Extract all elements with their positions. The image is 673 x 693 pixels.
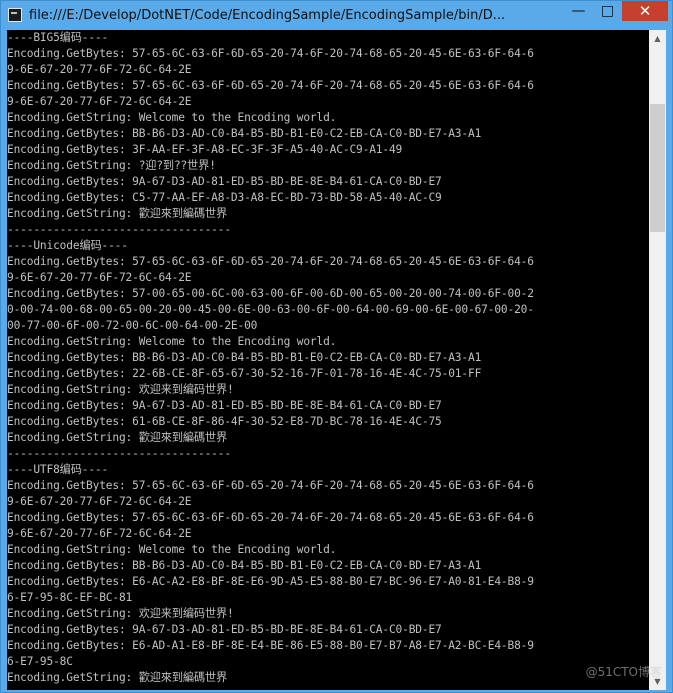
console-line: Encoding.GetString: 欢迎来到编码世界! [7, 607, 234, 620]
console-line: Encoding.GetBytes: C5-77-AA-EF-A8-D3-A8-… [7, 191, 442, 204]
console-line: Encoding.GetBytes: BB-B6-D3-AD-C0-B4-B5-… [7, 559, 482, 572]
console-line: 9-6E-67-20-77-6F-72-6C-64-2E [7, 63, 192, 76]
title-bar[interactable]: file:///E:/Develop/DotNET/Code/EncodingS… [1, 1, 672, 29]
vertical-scrollbar[interactable]: ▲ ▼ [649, 30, 666, 690]
console-line: 9-6E-67-20-77-6F-72-6C-64-2E [7, 95, 192, 108]
window-controls: — □ ✕ [564, 1, 668, 21]
console-line: Encoding.GetBytes: 57-65-6C-63-6F-6D-65-… [7, 511, 534, 524]
console-line: 9-6E-67-20-77-6F-72-6C-64-2E [7, 271, 192, 284]
console-line: Encoding.GetString: 歡迎來到編碼世界 [7, 207, 228, 220]
console-line: ----UTF8编码---- [7, 463, 109, 476]
console-line: Encoding.GetString: ?迎?到??世界! [7, 159, 216, 172]
console-line: 9-6E-67-20-77-6F-72-6C-64-2E [7, 495, 192, 508]
watermark: @51CTO博客 [585, 665, 662, 679]
console-line: Encoding.GetString: Welcome to the Encod… [7, 111, 337, 124]
console-line: Encoding.GetBytes: BB-B6-D3-AD-C0-B4-B5-… [7, 351, 482, 364]
console-line: Encoding.GetBytes: 61-6B-CE-8F-86-4F-30-… [7, 415, 442, 428]
scroll-up-arrow-icon[interactable]: ▲ [649, 30, 666, 47]
console-line: 00-77-00-6F-00-72-00-6C-00-64-00-2E-00 [7, 319, 258, 332]
minimize-button[interactable]: — [564, 1, 593, 21]
console-line: Encoding.GetString: 欢迎来到编码世界! [7, 383, 234, 396]
console-line: 9-6E-67-20-77-6F-72-6C-64-2E [7, 527, 192, 540]
console-line: ---------------------------------- [7, 447, 231, 460]
console-line: Encoding.GetBytes: 57-00-65-00-6C-00-63-… [7, 287, 534, 300]
console-line: 0-00-74-00-68-00-65-00-20-00-45-00-6E-00… [7, 303, 534, 316]
console-line: Encoding.GetBytes: 22-6B-CE-8F-65-67-30-… [7, 367, 482, 380]
window-title: file:///E:/Develop/DotNET/Code/EncodingS… [29, 7, 506, 23]
console-line: Encoding.GetBytes: 9A-67-D3-AD-81-ED-B5-… [7, 175, 442, 188]
console-line: Encoding.GetString: Welcome to the Encod… [7, 543, 337, 556]
console-line: Encoding.GetString: 歡迎來到編碼世界 [7, 431, 228, 444]
console-line: Encoding.GetBytes: BB-B6-D3-AD-C0-B4-B5-… [7, 127, 482, 140]
console-line: Encoding.GetBytes: E6-AD-A1-E8-BF-8E-E4-… [7, 639, 534, 652]
console-line: ----Unicode编码---- [7, 239, 128, 252]
console-line: Encoding.GetBytes: 9A-67-D3-AD-81-ED-B5-… [7, 623, 442, 636]
console-line: ---------------------------------- [7, 223, 231, 236]
console-line: ----BIG5编码---- [7, 31, 109, 44]
console-line: 6-E7-95-8C [7, 655, 73, 668]
console-app-icon[interactable] [8, 8, 22, 22]
console-line: Encoding.GetBytes: 9A-67-D3-AD-81-ED-B5-… [7, 399, 442, 412]
console-output[interactable]: ----BIG5编码---- Encoding.GetBytes: 57-65-6… [7, 30, 649, 690]
console-line: Encoding.GetBytes: 57-65-6C-63-6F-6D-65-… [7, 47, 534, 60]
console-line: Encoding.GetBytes: 57-65-6C-63-6F-6D-65-… [7, 479, 534, 492]
console-line: Encoding.GetString: 歡迎來到編碼世界 [7, 671, 228, 684]
console-line: Encoding.GetBytes: 57-65-6C-63-6F-6D-65-… [7, 79, 534, 92]
console-line: Encoding.GetBytes: 57-65-6C-63-6F-6D-65-… [7, 255, 534, 268]
console-line: 6-E7-95-8C-EF-BC-81 [7, 591, 133, 604]
console-line: Encoding.GetBytes: E6-AC-A2-E8-BF-8E-E6-… [7, 575, 534, 588]
console-window: file:///E:/Develop/DotNET/Code/EncodingS… [0, 0, 673, 693]
scroll-thumb[interactable] [650, 104, 665, 232]
close-button[interactable]: ✕ [622, 1, 668, 21]
console-line: Encoding.GetString: Welcome to the Encod… [7, 335, 337, 348]
maximize-button[interactable]: □ [593, 1, 622, 21]
console-line: Encoding.GetBytes: 3F-AA-EF-3F-A8-EC-3F-… [7, 143, 403, 156]
